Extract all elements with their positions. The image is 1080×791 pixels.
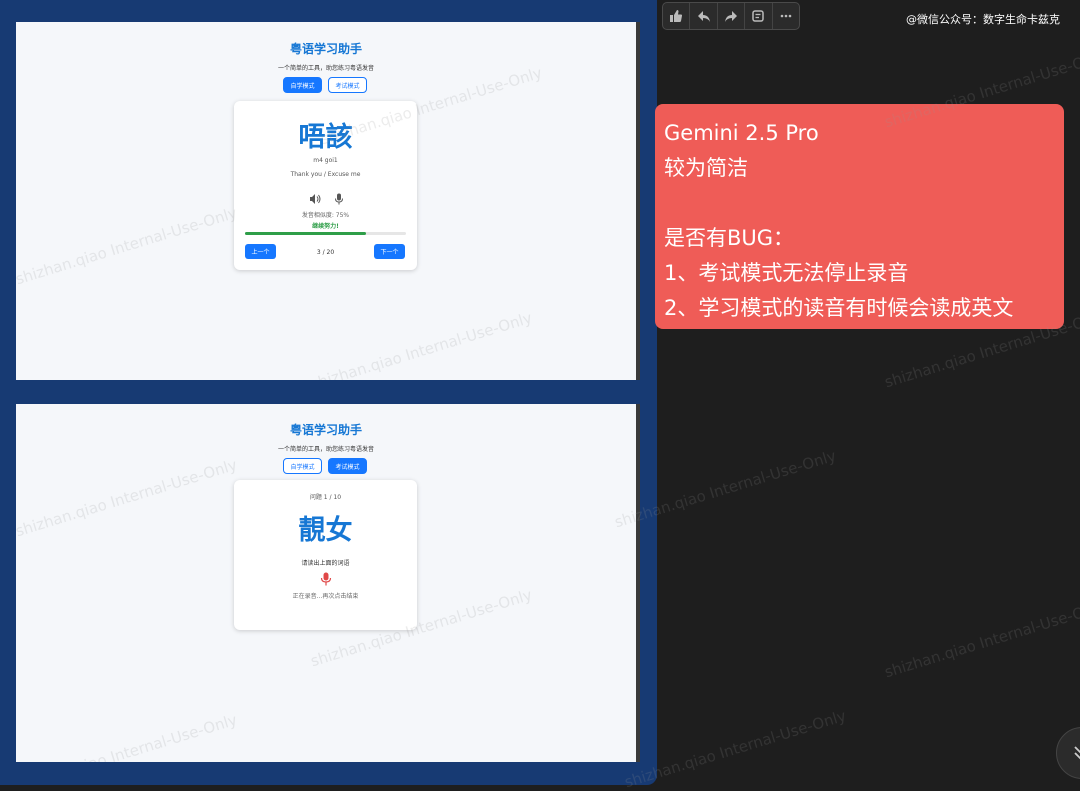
speaker-icon[interactable] (309, 190, 321, 204)
more-icon (780, 14, 792, 18)
similarity-progress-fill (245, 232, 366, 235)
reply-icon (697, 11, 710, 22)
double-chevron-down-icon (1074, 746, 1080, 760)
app-screen-exam: 粤语学习助手 一个简单的工具，助您练习粤语发音 自学模式 考试模式 问题 1 /… (16, 404, 640, 762)
quote-icon (752, 10, 765, 22)
flashcard: 唔該 m4 goi1 Thank you / Excuse me 发音相似度: … (234, 101, 417, 270)
jyutping-text: m4 goi1 (313, 157, 338, 164)
instruction-text: 请读出上面的词语 (301, 560, 350, 567)
message-toolbar (662, 2, 800, 30)
watermark: shizhan.qiao Internal-Use-Only (16, 203, 240, 289)
watermark: shizhan.qiao Internal-Use-Only (16, 455, 240, 541)
thumbs-up-button[interactable] (663, 3, 691, 29)
watermark: shizhan.qiao Internal-Use-Only (882, 596, 1080, 682)
note-line: 1、考试模式无法停止录音 (664, 261, 909, 285)
note-line: 较为简洁 (664, 156, 748, 180)
forward-button[interactable] (718, 3, 746, 29)
thumbs-up-icon (670, 10, 683, 22)
cantonese-word: 唔該 (298, 122, 353, 153)
note-line: 2、学习模式的读音有时候会读成英文 (664, 296, 1014, 320)
exam-mode-button[interactable]: 考试模式 (328, 77, 367, 93)
note-line (664, 186, 1055, 221)
watermark: shizhan.qiao Internal-Use-Only (308, 308, 535, 380)
similarity-progress-bar (245, 232, 406, 235)
annotation-note: Gemini 2.5 Pro 较为简洁 是否有BUG： 1、考试模式无法停止录音… (655, 104, 1064, 329)
similarity-text: 发音相似度: 75% (301, 212, 350, 219)
cantonese-word: 靚女 (298, 515, 353, 546)
meaning-text: Thank you / Excuse me (290, 171, 361, 178)
reply-button[interactable] (690, 3, 718, 29)
note-line: Gemini 2.5 Pro (664, 121, 819, 145)
app-title: 粤语学习助手 (289, 42, 362, 56)
quote-button[interactable] (745, 3, 773, 29)
self-study-mode-button[interactable]: 自学模式 (283, 458, 322, 474)
forward-icon (725, 11, 738, 22)
screenshot-panel: 粤语学习助手 一个简单的工具，助您练习粤语发音 自学模式 考试模式 唔該 m4 … (0, 0, 657, 785)
exam-card: 问题 1 / 10 靚女 请读出上面的词语 正在录音...再次点击结束 (234, 480, 417, 630)
recording-microphone-icon[interactable] (320, 571, 332, 586)
microphone-icon[interactable] (333, 190, 345, 205)
app-screen-self-study: 粤语学习助手 一个简单的工具，助您练习粤语发音 自学模式 考试模式 唔該 m4 … (16, 22, 640, 380)
app-title: 粤语学习助手 (289, 423, 362, 437)
exam-mode-button[interactable]: 考试模式 (328, 458, 367, 474)
more-button[interactable] (773, 3, 799, 29)
self-study-mode-button[interactable]: 自学模式 (283, 77, 322, 93)
watermark: shizhan.qiao Internal-Use-Only (16, 710, 240, 762)
scroll-down-button[interactable] (1056, 727, 1080, 779)
feedback-text: 继续努力! (312, 223, 339, 230)
next-button[interactable]: 下一个 (374, 244, 405, 259)
note-line: 是否有BUG： (664, 226, 795, 250)
author-credit: @微信公众号：数字生命卡兹克 (906, 13, 1060, 26)
app-subtitle: 一个简单的工具，助您练习粤语发音 (277, 446, 374, 453)
question-counter: 问题 1 / 10 (309, 494, 342, 501)
app-subtitle: 一个简单的工具，助您练习粤语发音 (277, 65, 374, 72)
recording-status: 正在录音...再次点击结束 (292, 593, 359, 600)
